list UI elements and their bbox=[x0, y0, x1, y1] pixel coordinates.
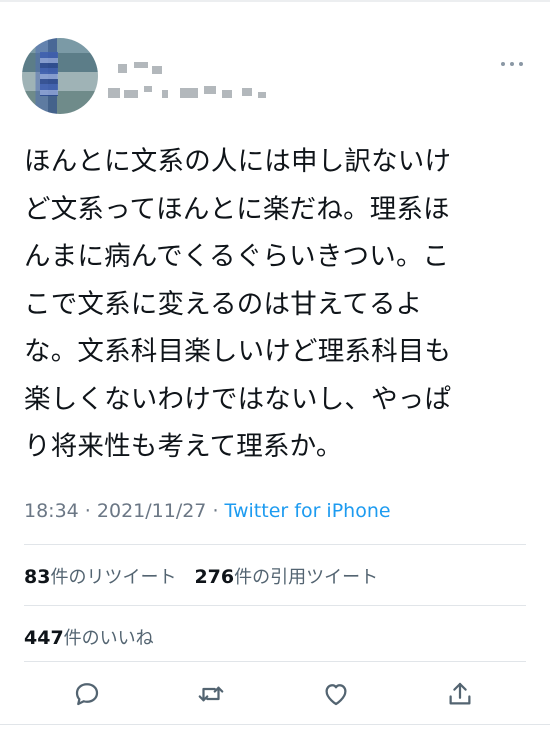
quotes-stat[interactable]: 276件の引用ツイート bbox=[194, 566, 379, 588]
more-icon[interactable] bbox=[498, 58, 528, 70]
retweet-icon bbox=[198, 686, 224, 702]
heart-icon bbox=[325, 684, 347, 706]
top-divider bbox=[0, 0, 550, 2]
retweets-stat[interactable]: 83件のリツイート bbox=[24, 566, 177, 588]
share-icon bbox=[449, 682, 471, 705]
reply-button[interactable] bbox=[69, 676, 105, 712]
likes-count: 447 bbox=[24, 627, 64, 649]
tweet-meta: 18:34 · 2021/11/27 · Twitter for iPhone bbox=[24, 500, 391, 522]
bottom-divider bbox=[0, 724, 550, 725]
divider bbox=[24, 661, 526, 662]
quotes-count: 276 bbox=[194, 566, 235, 588]
meta-separator-2: · bbox=[206, 500, 225, 522]
likes-stat[interactable]: 447件のいいね bbox=[24, 627, 154, 649]
quotes-label: 件の引用ツイート bbox=[234, 567, 379, 588]
retweets-count: 83 bbox=[24, 566, 51, 588]
action-bar bbox=[0, 676, 550, 716]
meta-separator-1: · bbox=[78, 500, 97, 522]
tweet-source-link[interactable]: Twitter for iPhone bbox=[225, 500, 391, 522]
display-name-redacted bbox=[112, 62, 172, 76]
retweet-button[interactable] bbox=[193, 676, 229, 712]
tweet-text: ほんとに文系の人には申し訳ないけ ど文系ってほんとに楽だね。理系ほ んまに病んで… bbox=[24, 146, 452, 462]
share-button[interactable] bbox=[442, 676, 478, 712]
avatar[interactable] bbox=[22, 38, 98, 114]
share-stats: 83件のリツイート 276件の引用ツイート bbox=[24, 563, 378, 589]
tweet-date: 2021/11/27 bbox=[96, 500, 207, 522]
user-handle-redacted bbox=[108, 86, 278, 100]
retweets-label: 件のリツイート bbox=[50, 567, 177, 588]
tweet-time: 18:34 bbox=[24, 500, 79, 522]
divider bbox=[24, 544, 526, 545]
likes-stats: 447件のいいね bbox=[24, 624, 154, 650]
likes-label: 件のいいね bbox=[63, 628, 154, 649]
like-button[interactable] bbox=[318, 676, 354, 712]
divider bbox=[24, 605, 526, 606]
reply-icon bbox=[75, 683, 99, 706]
